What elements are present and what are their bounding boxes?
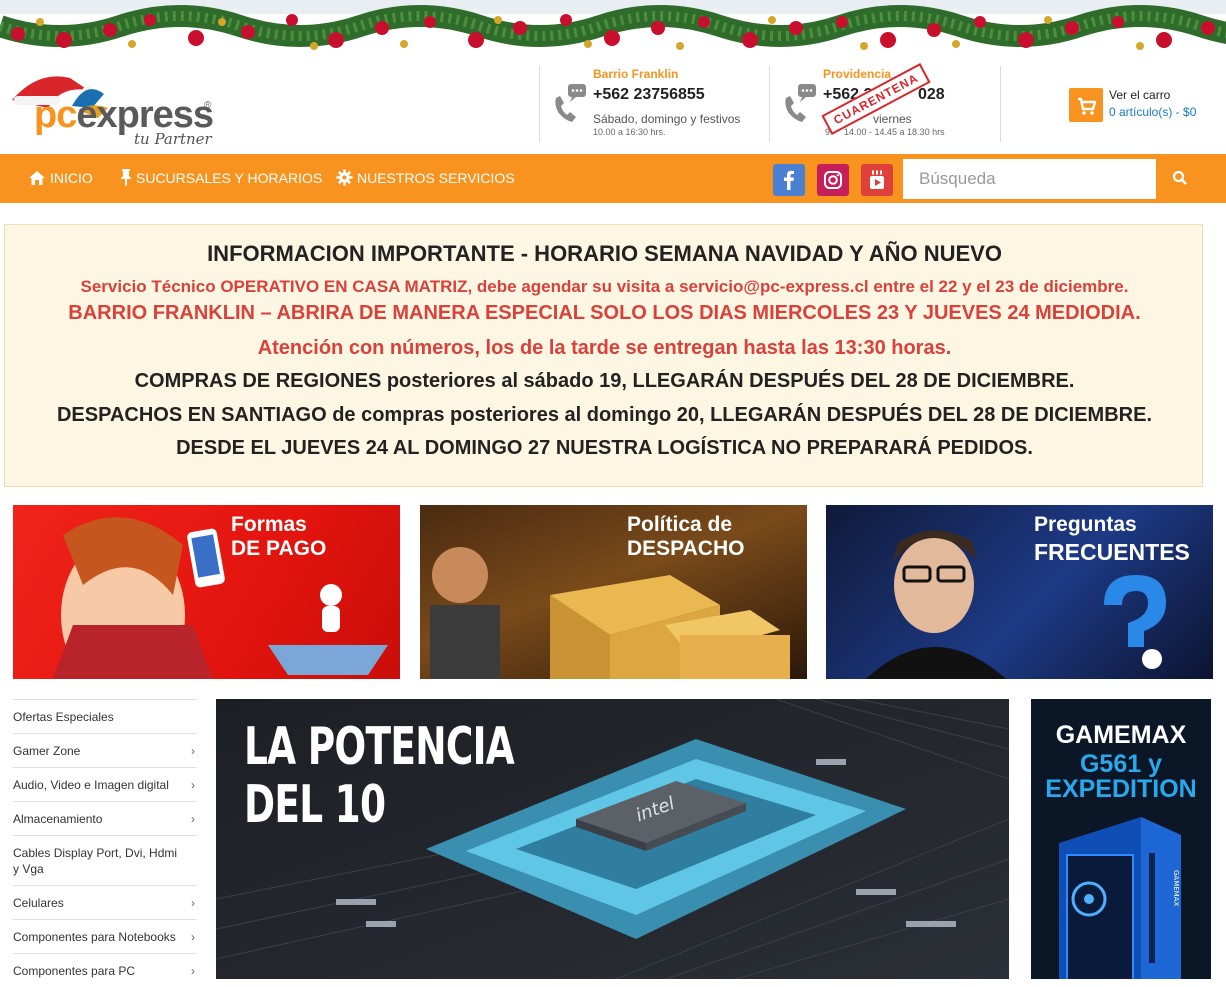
nav-inicio[interactable]: Inicio — [28, 154, 93, 203]
promo-subtitle: EXPEDITION — [1045, 775, 1197, 803]
nav-label: Inicio — [50, 170, 93, 186]
garland-decoration — [0, 0, 1226, 50]
chevron-right-icon: › — [191, 812, 195, 826]
store-city: Providencia — [823, 67, 892, 81]
search-icon — [1172, 170, 1187, 185]
phone-chat-icon — [785, 84, 816, 122]
hero-title-line1: LA POTENCIA — [244, 717, 515, 777]
instagram-button[interactable] — [817, 164, 849, 196]
category-item[interactable]: Ofertas Especiales — [13, 699, 197, 733]
payment-illustration — [53, 517, 388, 679]
phone-chat-icon — [555, 84, 586, 122]
category-item[interactable]: Cables Display Port, Dvi, Hdmi y Vga — [13, 835, 197, 885]
category-sidebar: Ofertas Especiales Gamer Zone › Audio, Vi… — [13, 699, 197, 987]
category-label: Almacenamiento — [13, 812, 103, 826]
cart-widget[interactable]: Ver el carro 0 artículo(s) - $0 — [1000, 66, 1226, 142]
category-item[interactable]: Audio, Video e Imagen digital › — [13, 767, 197, 801]
chevron-right-icon: › — [191, 778, 195, 792]
side-promo-gamemax[interactable]: GAMEMAX G561 y EXPEDITION GAMEMAX — [1031, 699, 1211, 979]
logo-tagline: tu Partner — [134, 130, 212, 148]
notice-line: Servicio Técnico OPERATIVO EN CASA MATRI… — [80, 277, 1129, 296]
category-item[interactable]: Almacenamiento › — [13, 801, 197, 835]
case-brand-label: GAMEMAX — [1172, 870, 1180, 907]
pc-case-illustration: GAMEMAX — [1059, 817, 1181, 979]
banner-preguntas-frecuentes[interactable]: Preguntas FRECUENTES — [826, 505, 1213, 679]
category-label: Gamer Zone — [13, 744, 81, 758]
notice-line: Atención con números, los de la tarde se… — [257, 337, 952, 359]
youtube-icon — [870, 170, 884, 189]
store-city: Barrio Franklin — [593, 67, 679, 81]
store-hours: 10.00 a 16:30 hrs. — [593, 127, 666, 137]
cart-title[interactable]: Ver el carro — [1109, 88, 1170, 102]
youtube-button[interactable] — [861, 164, 893, 196]
gear-icon — [336, 169, 353, 186]
store-phone-end: 028 — [918, 86, 945, 103]
category-label: Componentes para Notebooks — [13, 930, 176, 944]
notice-line: DESDE EL JUEVES 24 AL DOMINGO 27 NUESTRA… — [176, 437, 1033, 459]
cart-button[interactable] — [1069, 88, 1103, 122]
banner-line1: Política de — [627, 513, 733, 536]
banner-politica-de-despacho[interactable]: Política de DESPACHO — [420, 505, 807, 679]
search-button[interactable] — [1157, 159, 1202, 199]
category-label: Cables Display Port, Dvi, Hdmi y Vga — [13, 846, 178, 876]
chevron-right-icon: › — [191, 964, 195, 978]
home-icon — [29, 171, 45, 185]
banner-line2: FRECUENTES — [1034, 539, 1190, 565]
category-label: Audio, Video e Imagen digital — [13, 778, 169, 792]
promo-subtitle: G561 y — [1079, 750, 1162, 778]
cart-summary[interactable]: 0 artículo(s) - $0 — [1109, 105, 1196, 119]
notice-line: DESPACHOS EN SANTIAGO de compras posteri… — [56, 404, 1153, 426]
category-item[interactable]: Componentes para Notebooks › — [13, 919, 197, 953]
banner-formas-de-pago[interactable]: Formas DE PAGO — [13, 505, 400, 679]
banner-line2: DE PAGO — [231, 537, 327, 560]
site-header: pcexpress ® tu Partner Barrio Franklin +… — [0, 62, 1226, 154]
category-label: Celulares — [13, 896, 64, 910]
nav-label: Sucursales y horarios — [136, 170, 323, 186]
category-label: Componentes para PC — [13, 964, 136, 978]
chevron-right-icon: › — [191, 930, 195, 944]
banner-line1: Preguntas — [1034, 513, 1137, 536]
pin-icon — [121, 169, 131, 186]
store-hours: 14.00 - 14.45 a 18.30 hrs — [844, 127, 945, 137]
category-item[interactable]: Gamer Zone › — [13, 733, 197, 767]
notice-line: BARRIO FRANKLIN – ABRIRA DE MANERA ESPEC… — [68, 302, 1141, 324]
nav-label: Nuestros servicios — [357, 170, 515, 186]
facebook-icon — [784, 170, 794, 190]
banner-line2: DESPACHO — [627, 537, 745, 560]
category-item[interactable]: Componentes para PC › — [13, 953, 197, 987]
hero-title-line2: DEL 10 — [244, 775, 386, 835]
banner-line1: Formas — [231, 513, 307, 536]
nav-sucursales[interactable]: Sucursales y horarios — [120, 154, 322, 203]
chevron-right-icon: › — [191, 744, 195, 758]
category-item[interactable]: Celulares › — [13, 885, 197, 919]
chevron-right-icon: › — [191, 896, 195, 910]
christmas-garland — [0, 0, 1226, 62]
store-phone[interactable]: +562 23756855 — [593, 86, 705, 104]
store-barrio-franklin: Barrio Franklin +562 23756855 Sábado, do… — [539, 66, 769, 142]
category-label: Ofertas Especiales — [13, 710, 114, 724]
instagram-icon — [824, 171, 842, 189]
main-navbar: Inicio Sucursales y horarios Nuestros se… — [0, 154, 1226, 203]
facebook-button[interactable] — [773, 164, 805, 196]
holiday-notice: INFORMACION IMPORTANTE - HORARIO SEMANA … — [4, 224, 1203, 487]
store-days: Sábado, domingo y festivos — [593, 112, 741, 126]
registered-mark: ® — [204, 100, 212, 111]
hero-slider-intel[interactable]: intel LA POTENCIA DEL 10 — [216, 699, 1009, 979]
notice-title: INFORMACION IMPORTANTE - HORARIO SEMANA … — [207, 241, 1002, 266]
shopping-cart-icon — [1078, 97, 1097, 115]
store-days: viernes — [873, 112, 912, 126]
promo-title: GAMEMAX — [1055, 721, 1187, 749]
search-input[interactable] — [903, 159, 1156, 199]
pcexpress-logo[interactable]: pcexpress ® tu Partner — [8, 64, 238, 150]
delivery-illustration — [430, 547, 790, 679]
nav-servicios[interactable]: Nuestros servicios — [336, 154, 515, 203]
notice-line: COMPRAS DE REGIONES posteriores al sábad… — [134, 370, 1075, 392]
faq-illustration — [866, 530, 1166, 679]
